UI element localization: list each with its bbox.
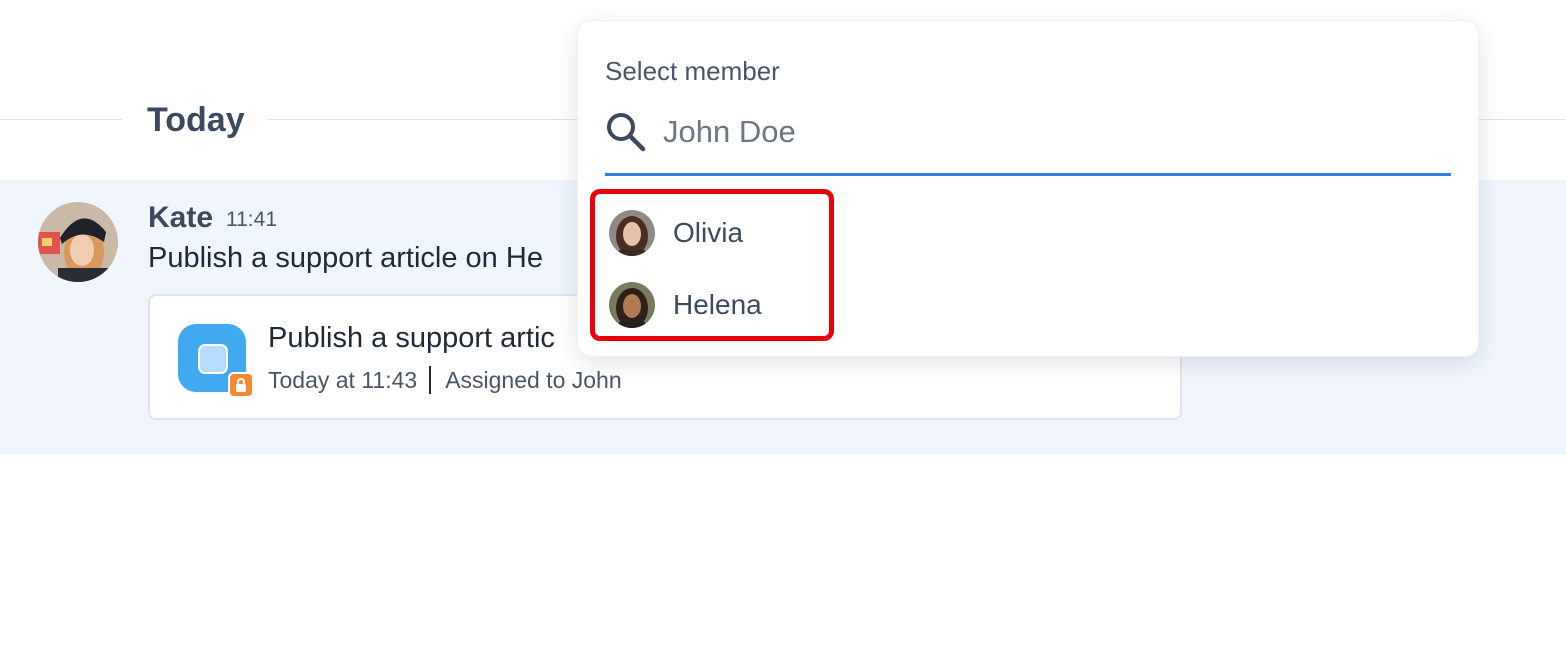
user-avatar-kate[interactable] [38,202,118,282]
date-divider-label: Today [147,101,245,139]
task-meta: Today at 11:43 Assigned to John [268,366,622,395]
chat-page: Today Kate 11:41 Publish a support artic… [0,0,1566,670]
member-name: Helena [673,289,762,320]
task-timestamp: Today at 11:43 [268,367,418,393]
task-icon-inner [198,344,228,374]
message-text: Publish a support article on He [148,242,543,274]
user-avatar-olivia [609,210,655,256]
meta-separator [429,366,432,395]
date-divider-line-left [0,119,122,120]
message-author[interactable]: Kate [148,200,213,236]
task-title[interactable]: Publish a support artic [268,320,555,356]
lock-icon [228,372,254,398]
member-search [605,107,1451,176]
message-time: 11:41 [226,208,277,231]
member-picker-label: Select member [605,56,780,86]
member-option-olivia[interactable]: Olivia [609,206,829,262]
user-avatar-helena [609,282,655,328]
member-list: Olivia Helena [590,189,834,341]
search-icon [605,111,647,153]
member-option-helena[interactable]: Helena [609,278,829,334]
member-name: Olivia [673,217,744,248]
member-search-input[interactable] [663,107,1443,157]
task-assignee: Assigned to John [445,367,622,393]
member-picker-dropdown: Select member O [577,20,1479,357]
